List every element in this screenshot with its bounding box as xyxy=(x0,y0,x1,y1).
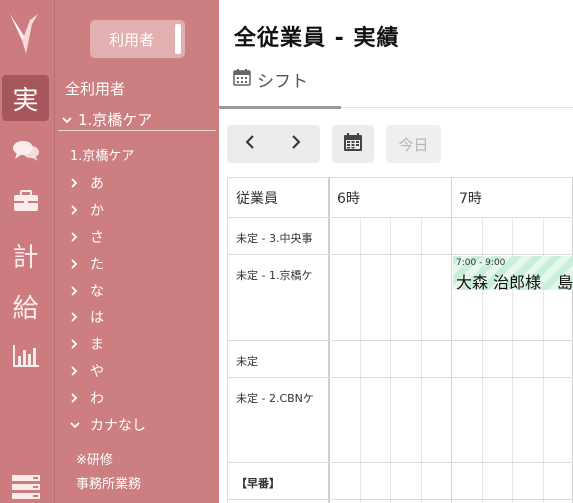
row-divider xyxy=(329,340,573,341)
kana-group-label: か xyxy=(90,203,104,219)
employee-column-header: 従業員 xyxy=(228,178,329,218)
rail-plan-label: 計 xyxy=(12,242,39,273)
row-divider xyxy=(329,377,573,378)
chevron-right-icon xyxy=(70,205,84,215)
toggle-handle-icon xyxy=(175,24,181,54)
chevron-right-icon xyxy=(70,232,84,242)
row-divider xyxy=(329,254,573,255)
shift-time: 7:00 - 9:00 xyxy=(456,258,506,268)
rail-item-chat[interactable] xyxy=(2,128,49,174)
kana-group-na[interactable]: な xyxy=(70,281,104,301)
date-nav-group xyxy=(227,125,320,163)
row-label: 未定 - 2.CBNケ xyxy=(228,378,329,463)
chevron-right-icon xyxy=(70,178,84,188)
kana-group-ka[interactable]: か xyxy=(70,200,104,220)
kana-group-label: や xyxy=(90,364,104,380)
next-button[interactable] xyxy=(273,125,319,163)
chevron-down-icon xyxy=(62,116,72,124)
row-divider xyxy=(329,499,573,500)
row-label: 【早番】 xyxy=(228,463,329,500)
chevron-right-icon xyxy=(70,259,84,269)
schedule-grid: 従業員 6時 7時 未定 - 3.中央事 未定 - 1.京橋ケ 未定 未定 - … xyxy=(227,177,573,503)
office-node-label: 1.京橋ケア xyxy=(78,111,153,129)
server-icon xyxy=(11,474,41,500)
kana-group-ta[interactable]: た xyxy=(70,254,104,274)
grid-line xyxy=(421,218,422,503)
chevron-left-icon xyxy=(245,134,255,154)
chat-icon xyxy=(12,140,39,162)
kana-group-label: ま xyxy=(90,337,104,353)
office-work-link[interactable]: 事務所業務 xyxy=(76,473,141,492)
row-label: 未定 - 3.中央事 xyxy=(228,218,329,255)
kana-group-sa[interactable]: さ xyxy=(70,227,104,247)
kana-group-ha[interactable]: は xyxy=(70,307,104,327)
kana-group-wa[interactable]: わ xyxy=(70,388,104,408)
role-toggle-label: 利用者 xyxy=(109,30,155,49)
rail-item-salary[interactable]: 給 xyxy=(2,283,49,329)
rail-item-work[interactable] xyxy=(2,178,49,224)
grid-line xyxy=(390,218,391,503)
all-users-link[interactable]: 全利用者 xyxy=(65,78,125,99)
shift-name: 大森 治郎様 島 xyxy=(456,273,573,290)
page-title: 全従業員 - 実績 xyxy=(234,26,400,51)
tab-shift-label: シフト xyxy=(257,72,308,92)
kana-group-label: さ xyxy=(90,230,104,246)
rail-salary-label: 給 xyxy=(12,293,39,324)
shift-event[interactable]: 7:00 - 9:00 大森 治郎様 島 xyxy=(453,256,573,290)
calendar-picker-button[interactable] xyxy=(332,125,374,163)
user-tree-sidebar: 利用者 全利用者 1.京橋ケア 1.京橋ケア あ か さ た な は ま や わ… xyxy=(55,0,219,503)
row-label: 未定 xyxy=(228,341,329,378)
kana-group-label: カナなし xyxy=(90,418,146,434)
grid-line xyxy=(360,218,361,503)
rail-item-report[interactable] xyxy=(2,333,49,379)
prev-button[interactable] xyxy=(227,125,273,163)
chevron-right-icon xyxy=(291,134,301,154)
bar-chart-icon xyxy=(12,344,40,368)
tab-divider xyxy=(341,107,573,108)
chevron-down-icon xyxy=(70,421,84,429)
today-button[interactable]: 今日 xyxy=(386,125,441,163)
kana-group-none[interactable]: カナなし xyxy=(70,415,146,435)
rail-actual-label: 実 xyxy=(12,85,39,116)
logo-icon[interactable] xyxy=(8,10,44,56)
chevron-right-icon xyxy=(70,286,84,296)
chevron-right-icon xyxy=(70,393,84,403)
office-sub-link[interactable]: 1.京橋ケア xyxy=(70,145,134,164)
kana-group-label: た xyxy=(90,257,104,273)
rail-item-actual[interactable]: 実 xyxy=(2,75,49,121)
hour-header-7: 7時 xyxy=(451,178,573,218)
tab-shift[interactable]: シフト xyxy=(233,67,308,92)
row-divider xyxy=(329,462,573,463)
calendar-icon xyxy=(343,132,363,156)
kana-group-a[interactable]: あ xyxy=(70,173,104,193)
kana-group-label: は xyxy=(90,310,104,326)
row-label: 未定 - 1.京橋ケ xyxy=(228,255,329,341)
calendar-icon xyxy=(233,68,257,91)
app-rail: 実 計 給 xyxy=(0,0,55,503)
kana-group-ma[interactable]: ま xyxy=(70,334,104,354)
kana-group-label: あ xyxy=(90,176,104,192)
chevron-right-icon xyxy=(70,312,84,322)
chevron-right-icon xyxy=(70,366,84,376)
chevron-right-icon xyxy=(70,339,84,349)
kana-group-label: な xyxy=(90,284,104,300)
role-toggle-button[interactable]: 利用者 xyxy=(90,20,185,58)
office-node[interactable]: 1.京橋ケア xyxy=(58,109,216,131)
rail-item-plan[interactable]: 計 xyxy=(2,232,49,278)
active-tab-indicator xyxy=(219,106,341,109)
training-link[interactable]: ※研修 xyxy=(76,449,113,468)
kana-group-ya[interactable]: や xyxy=(70,361,104,381)
hour-header-6: 6時 xyxy=(329,178,451,218)
briefcase-icon xyxy=(13,190,39,212)
rail-item-settings[interactable] xyxy=(2,464,49,503)
kana-group-label: わ xyxy=(90,391,104,407)
